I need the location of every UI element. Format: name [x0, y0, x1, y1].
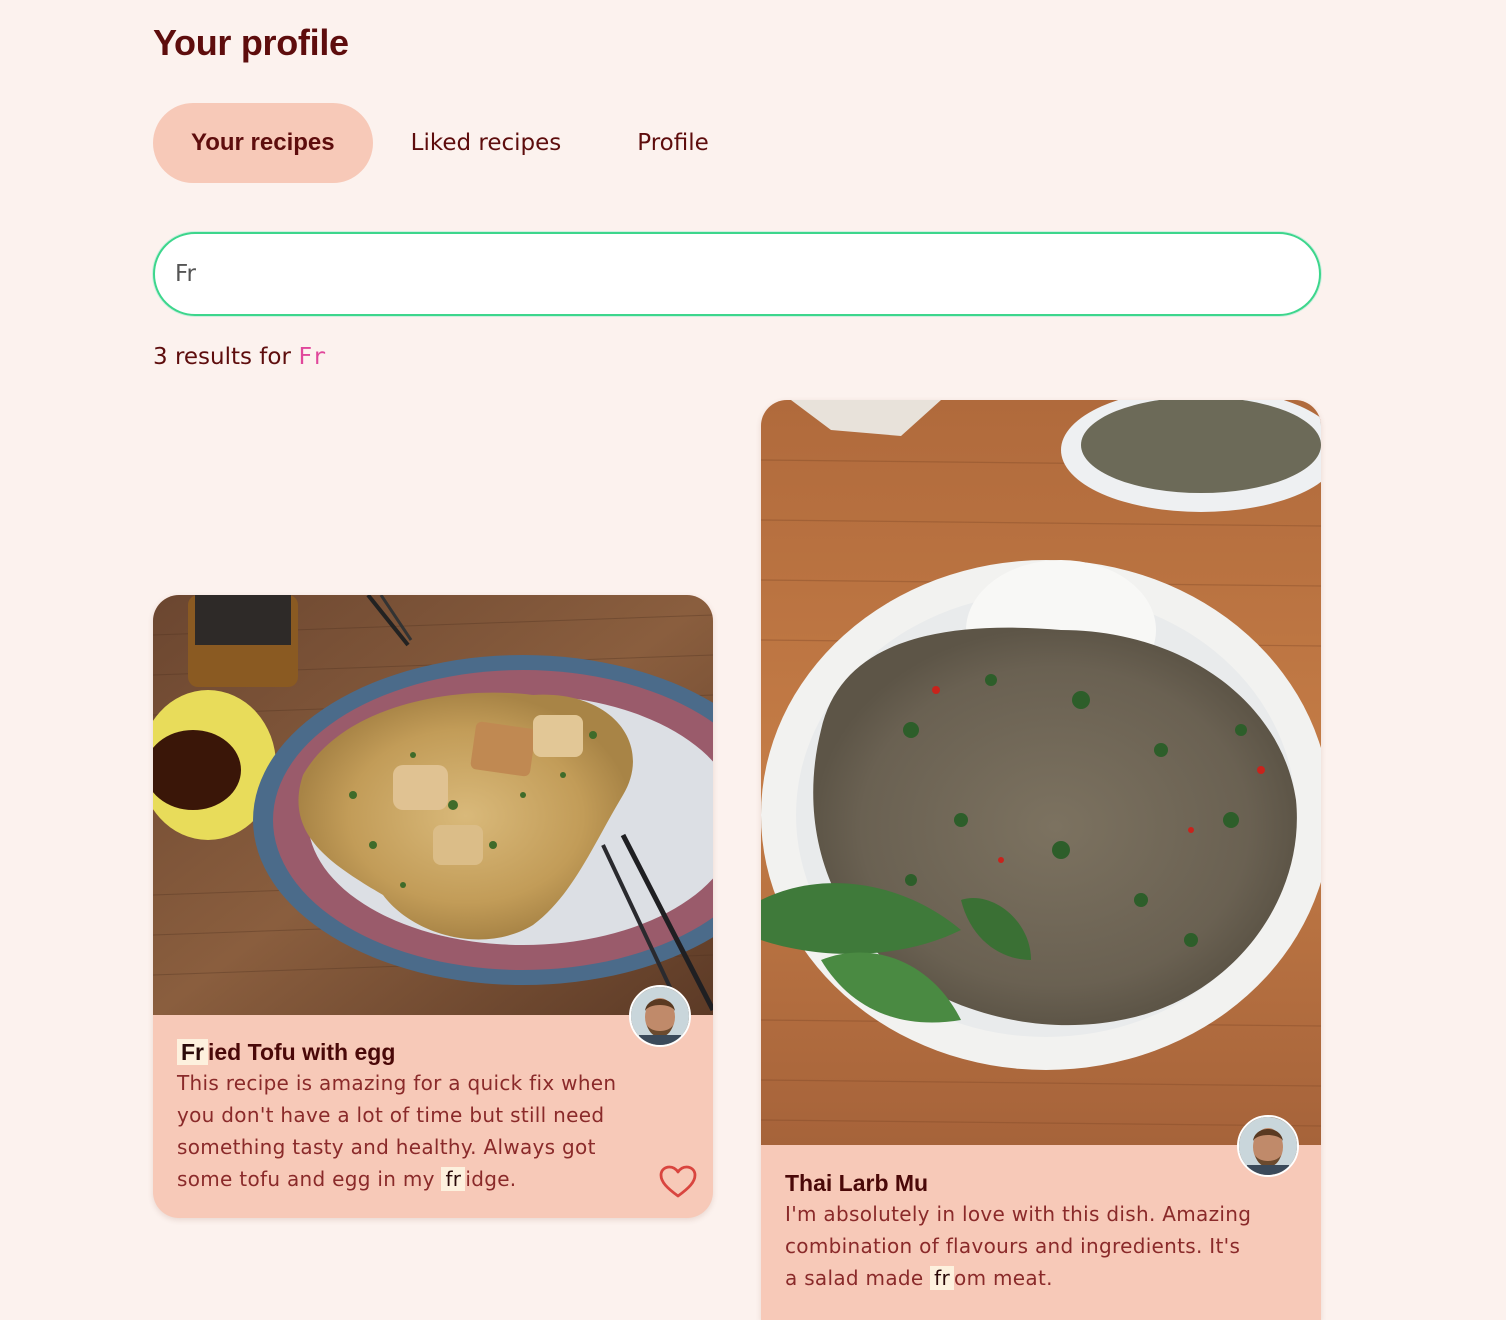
recipe-image — [153, 595, 713, 1015]
title-highlight: Fr — [177, 1039, 208, 1065]
page-title: Your profile — [153, 22, 349, 63]
recipe-card[interactable]: Thai Larb Mu I'm absolutely in love with… — [761, 400, 1321, 1320]
results-count: 3 results for — [153, 344, 291, 370]
larb-mu-photo — [761, 400, 1321, 1145]
desc-text-end: om meat. — [954, 1266, 1053, 1290]
tab-liked-recipes[interactable]: Liked recipes — [373, 103, 600, 183]
fried-tofu-photo — [153, 595, 713, 1015]
profile-tabs: Your recipes Liked recipes Profile — [153, 103, 747, 183]
recipe-title: Fr ied Tofu with egg — [177, 1037, 689, 1067]
search-box — [153, 232, 1321, 316]
title-rest: ied Tofu with egg — [208, 1039, 396, 1065]
tab-profile[interactable]: Profile — [599, 103, 747, 183]
recipe-description: This recipe is amazing for a quick fix w… — [177, 1067, 657, 1195]
recipe-title: Thai Larb Mu — [785, 1170, 929, 1196]
desc-text-end: idge. — [465, 1167, 517, 1191]
results-summary: 3 results for Fr — [153, 344, 326, 370]
desc-highlight: fr — [930, 1266, 955, 1290]
heart-icon[interactable] — [659, 1165, 697, 1199]
recipe-description: I'm absolutely in love with this dish. A… — [785, 1198, 1255, 1294]
desc-highlight: fr — [441, 1167, 466, 1191]
recipe-image — [761, 400, 1321, 1145]
tab-your-recipes[interactable]: Your recipes — [153, 103, 373, 183]
desc-text: This recipe is amazing for a quick fix w… — [177, 1071, 617, 1191]
search-input[interactable] — [155, 234, 1319, 314]
recipe-card[interactable]: Fr ied Tofu with egg This recipe is amazi… — [153, 595, 713, 1218]
results-query: Fr — [298, 344, 326, 370]
